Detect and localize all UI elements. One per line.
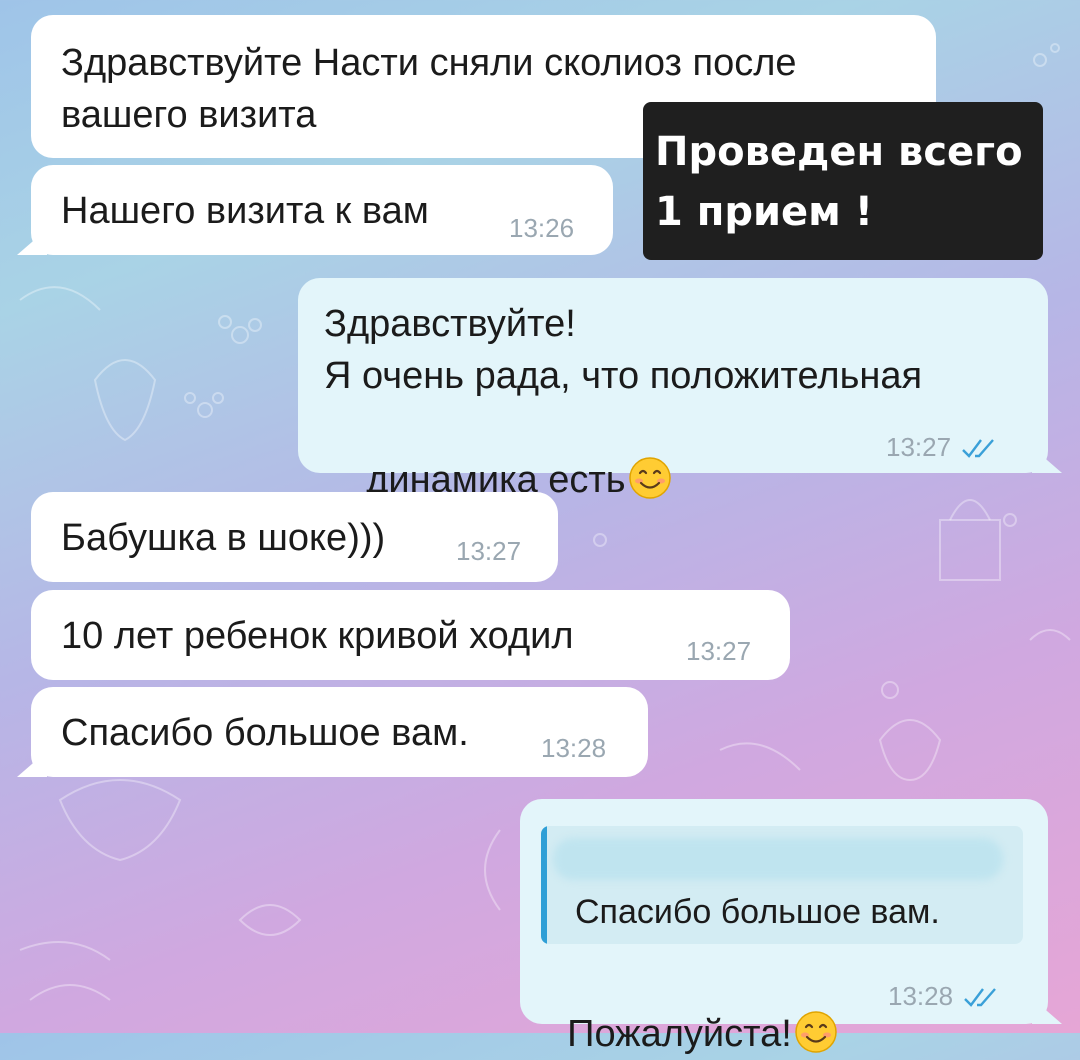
reply-quote[interactable]: Спасибо большое вам.: [541, 826, 1023, 944]
message-time-text: 13:27: [886, 432, 952, 462]
double-check-icon: [962, 439, 994, 458]
message-text: Нашего визита к вам: [61, 190, 429, 232]
message-time: 13:28: [888, 983, 999, 1009]
message-text: Я очень рада, что положительная: [324, 355, 923, 397]
incoming-message[interactable]: Нашего визита к вам 13:26: [31, 165, 613, 255]
caption-line: 1 прием !: [655, 189, 874, 235]
smiling-face-emoji-icon: [795, 1011, 837, 1053]
highlight-caption: Проведен всего 1 прием !: [643, 102, 1043, 260]
smiling-face-emoji-icon: [628, 457, 671, 499]
quoted-text: Спасибо большое вам.: [575, 893, 940, 931]
message-time-text: 13:28: [888, 981, 954, 1011]
message-time: 13:27: [686, 636, 752, 666]
outgoing-message[interactable]: Здравствуйте! Я очень рада, что положите…: [298, 278, 1048, 501]
message-text: Бабушка в шоке))): [61, 517, 386, 559]
message-text: Спасибо большое вам.: [61, 712, 469, 754]
incoming-message[interactable]: 10 лет ребенок кривой ходил 13:27: [31, 590, 790, 680]
message-time: 13:27: [886, 434, 997, 460]
message-text: Пожалуйста!: [546, 956, 838, 1060]
quote-bar: [541, 826, 547, 944]
message-text: 10 лет ребенок кривой ходил: [61, 615, 574, 657]
message-time: 13:28: [541, 733, 607, 763]
caption-line: Проведен всего: [655, 129, 1023, 175]
blurred-author-name: [553, 838, 1003, 880]
incoming-message[interactable]: Спасибо большое вам. 13:28: [31, 687, 648, 777]
incoming-message[interactable]: Бабушка в шоке))) 13:27: [31, 492, 558, 582]
message-text-fragment: Пожалуйста!: [567, 1013, 792, 1055]
double-check-icon: [964, 988, 996, 1007]
message-text: Здравствуйте!: [324, 303, 576, 345]
message-text: вашего визита: [61, 94, 317, 136]
message-text: Здравствуйте Насти сняли сколиоз после: [61, 42, 797, 84]
message-time: 13:26: [509, 213, 575, 243]
message-time: 13:27: [456, 536, 522, 566]
